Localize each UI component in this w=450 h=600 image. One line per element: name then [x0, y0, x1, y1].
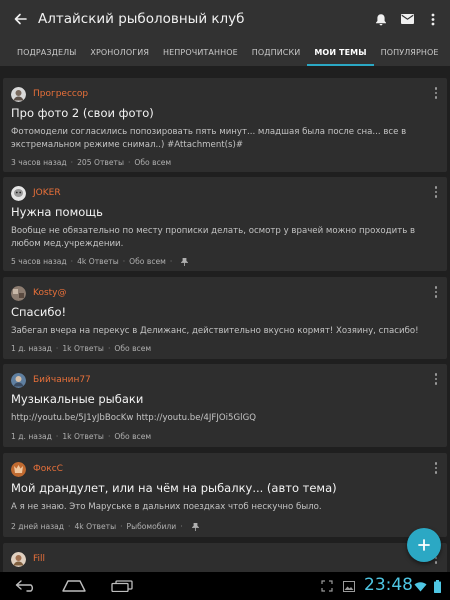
pin-icon [191, 522, 199, 531]
plus-icon [418, 539, 430, 551]
overflow-menu-button[interactable] [420, 0, 446, 38]
nav-home-icon [62, 580, 86, 592]
topic-menu-button[interactable] [431, 372, 441, 386]
topic-forum: Рыбомобили [126, 522, 177, 531]
wifi-status [412, 572, 428, 600]
status-clock: 23:48 [364, 575, 413, 595]
image-icon [343, 580, 355, 592]
topic-excerpt[interactable]: http://youtu.be/5J1yJbBocKw http://youtu… [11, 412, 431, 425]
nav-recents-icon [111, 580, 133, 592]
notifications-button[interactable] [368, 0, 394, 38]
topic-card[interactable]: Бийчанин77 Музыкальные рыбаки http://you… [3, 364, 447, 447]
avatar [11, 86, 26, 102]
topic-author[interactable]: Бийчанин77 [33, 375, 91, 385]
app-bar: Алтайский рыболовный клуб [0, 0, 450, 38]
topic-title: Мой драндулет, или на чём на рыбалку... … [11, 481, 337, 495]
avatar [11, 551, 26, 567]
topic-card[interactable]: Fill [3, 543, 447, 572]
tab-sections[interactable]: ПОДРАЗДЕЛЫ [10, 38, 83, 66]
topic-title: Нужна помощь [11, 205, 103, 219]
new-topic-button[interactable] [407, 528, 441, 562]
fullscreen-button[interactable] [318, 572, 336, 600]
topic-title: Музыкальные рыбаки [11, 392, 144, 406]
topic-card[interactable]: ФоксС Мой драндулет, или на чём на рыбал… [3, 453, 447, 537]
system-nav-bar: 23:48 [0, 572, 450, 600]
tab-chronology[interactable]: ХРОНОЛОГИЯ [83, 38, 156, 66]
envelope-icon [400, 14, 414, 24]
topic-menu-button[interactable] [431, 86, 441, 100]
topic-forum: Обо всем [129, 257, 166, 266]
pin-icon [181, 257, 189, 266]
topic-card[interactable]: Прогрессор Про фото 2 (свои фото) Фотомо… [3, 78, 447, 172]
topic-replies: 4k Ответы [74, 522, 117, 531]
topic-time: 1 д. назад [11, 432, 52, 441]
topic-time: 1 д. назад [11, 344, 52, 353]
topic-forum: Обо всем [134, 158, 172, 167]
nav-home-button[interactable] [56, 572, 92, 600]
topic-excerpt: А я не знаю. Это Маруське в дальних поез… [11, 502, 322, 512]
nav-back-icon [15, 580, 33, 592]
back-arrow-icon [14, 13, 27, 25]
tab-unread[interactable]: НЕПРОЧИТАННОЕ [156, 38, 245, 66]
topic-author[interactable]: Прогрессор [33, 89, 88, 99]
avatar [11, 461, 26, 477]
avatar [11, 185, 26, 201]
app-title: Алтайский рыболовный клуб [38, 11, 245, 27]
more-vert-icon [431, 13, 435, 25]
topic-author[interactable]: Kosty@ [33, 288, 67, 298]
topic-menu-button[interactable] [431, 185, 441, 199]
topic-author[interactable]: Fill [33, 554, 45, 564]
tab-partial[interactable] [0, 38, 10, 66]
image-notification [340, 572, 358, 600]
tab-subscriptions[interactable]: ПОДПИСКИ [245, 38, 308, 66]
topic-title: Про фото 2 (свои фото) [11, 106, 154, 120]
topic-excerpt: Фотомодели согласились попозировать пять… [11, 127, 407, 150]
topic-author[interactable]: ФоксС [33, 464, 63, 474]
topic-card[interactable]: Kosty@ Спасибо! Забегал вчера на перекус… [3, 277, 447, 359]
tab-popular[interactable]: ПОПУЛЯРНОЕ [374, 38, 446, 66]
avatar [11, 285, 26, 301]
topic-menu-button[interactable] [431, 285, 441, 299]
topic-menu-button[interactable] [431, 461, 441, 475]
messages-button[interactable] [394, 0, 420, 38]
topic-card[interactable]: JOKER Нужна помощь Вообще не обязательно… [3, 177, 447, 271]
topic-list: Прогрессор Про фото 2 (свои фото) Фотомо… [0, 74, 450, 572]
avatar [11, 372, 26, 388]
back-button[interactable] [2, 0, 38, 38]
topic-forum: Обо всем [114, 344, 152, 353]
topic-time: 2 дней назад [11, 522, 65, 531]
topic-replies: 1k Ответы [62, 344, 104, 353]
topic-title: Спасибо! [11, 305, 67, 319]
wifi-icon [414, 581, 426, 591]
nav-back-button[interactable] [8, 572, 44, 600]
battery-icon [433, 579, 441, 593]
topic-replies: 1k Ответы [62, 432, 104, 441]
topic-replies: 205 Ответы [77, 158, 124, 167]
topic-author[interactable]: JOKER [33, 188, 61, 198]
topic-time: 5 часов назад [11, 257, 67, 266]
topic-excerpt: Вообще не обязательно по месту прописки … [11, 226, 416, 249]
fullscreen-icon [321, 580, 333, 592]
nav-recents-button[interactable] [104, 572, 140, 600]
topic-forum: Обо всем [114, 432, 152, 441]
topic-replies: 4k Ответы [77, 257, 119, 266]
battery-status [430, 572, 444, 600]
bell-icon [376, 13, 386, 25]
topic-excerpt: Забегал вчера на перекус в Делижанс, дей… [11, 326, 419, 336]
topic-time: 3 часов назад [11, 158, 67, 167]
tab-bar: ПОДРАЗДЕЛЫ ХРОНОЛОГИЯ НЕПРОЧИТАННОЕ ПОДП… [0, 38, 450, 66]
tab-my-topics[interactable]: МОИ ТЕМЫ [307, 38, 374, 66]
